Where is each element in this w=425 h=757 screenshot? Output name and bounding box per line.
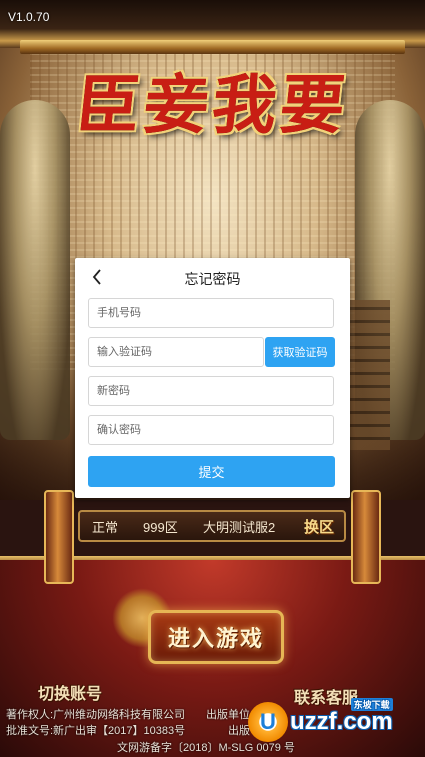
server-zone: 999区 xyxy=(143,519,178,535)
get-code-button[interactable]: 获取验证码 xyxy=(265,337,335,367)
watermark-circle-icon: U xyxy=(248,702,288,742)
server-status: 正常 xyxy=(92,519,119,535)
watermark-text: uzzf.com 东坡下载 xyxy=(290,698,393,736)
dialog-header: 忘记密码 xyxy=(75,258,350,296)
forgot-password-dialog: 忘记密码 获取验证码 提交 xyxy=(75,258,350,498)
golden-beam xyxy=(20,40,405,54)
version-label: V1.0.70 xyxy=(8,10,50,24)
watermark-sub: 东坡下载 xyxy=(350,698,393,711)
server-name: 大明测试服2 xyxy=(203,519,276,535)
dialog-title: 忘记密码 xyxy=(184,271,241,287)
phone-field xyxy=(88,298,334,328)
lantern-pillar-right xyxy=(351,490,381,584)
verification-code-input[interactable] xyxy=(89,338,263,366)
server-bar: 正常 999区 大明测试服2 换区 xyxy=(78,510,346,542)
new-password-field xyxy=(88,376,334,406)
confirm-password-input[interactable] xyxy=(89,416,333,444)
submit-button[interactable]: 提交 xyxy=(88,456,335,487)
publisher-label: 出版单位 xyxy=(206,709,250,721)
watermark-domain: uzzf.com xyxy=(290,708,393,735)
phone-input[interactable] xyxy=(89,299,333,327)
watermark-logo: U uzzf.com 东坡下载 xyxy=(248,698,418,742)
new-password-input[interactable] xyxy=(89,377,333,405)
lantern-pillar-left xyxy=(44,490,74,584)
game-logo: 臣妾我要 xyxy=(40,55,385,145)
enter-game-button[interactable]: 进入游戏 xyxy=(148,610,284,664)
confirm-password-field xyxy=(88,415,334,445)
left-dragon-pillar xyxy=(0,100,70,440)
copyright-owner: 著作权人:广州维动网络科技有限公司 xyxy=(6,709,186,721)
code-field xyxy=(88,337,264,367)
approval-number: 批准文号:新广出审【2017】10383号 xyxy=(6,725,186,737)
logo-text: 臣妾我要 xyxy=(71,68,352,143)
publisher-label-2: 出版 xyxy=(228,725,250,737)
switch-account-button[interactable]: 切换账号 xyxy=(38,680,102,704)
switch-zone-button[interactable]: 换区 xyxy=(298,514,340,538)
enter-game-label: 进入游戏 xyxy=(167,626,264,652)
